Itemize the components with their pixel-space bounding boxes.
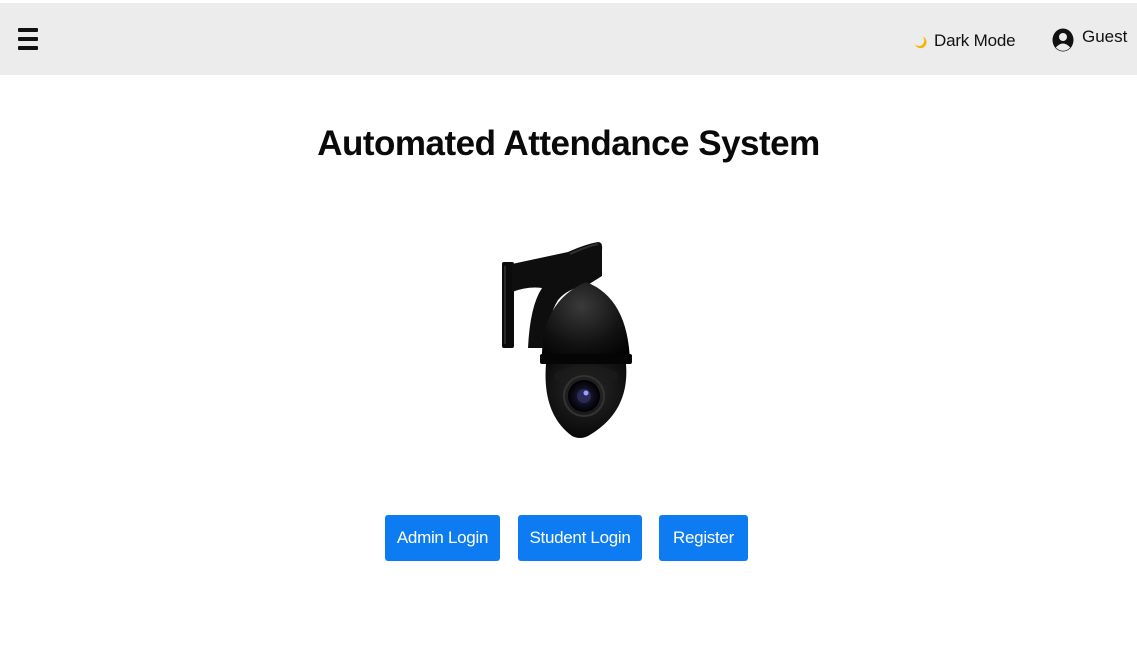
hamburger-line bbox=[18, 28, 38, 32]
dark-mode-toggle[interactable]: Dark Mode bbox=[912, 30, 1016, 52]
user-menu[interactable]: Guest bbox=[1052, 27, 1127, 53]
security-camera-image bbox=[502, 242, 632, 438]
moon-icon bbox=[915, 36, 927, 49]
register-button[interactable]: Register bbox=[659, 515, 748, 561]
dark-mode-label: Dark Mode bbox=[934, 31, 1016, 50]
top-navbar: Dark Mode Guest bbox=[0, 3, 1137, 75]
login-actions: Admin Login Student Login Register bbox=[0, 515, 1137, 561]
page-title: Automated Attendance System bbox=[317, 124, 820, 163]
hamburger-line bbox=[18, 37, 38, 41]
student-login-button[interactable]: Student Login bbox=[518, 515, 642, 561]
hamburger-line bbox=[18, 46, 38, 50]
admin-login-button[interactable]: Admin Login bbox=[385, 515, 500, 561]
user-circle-icon bbox=[1052, 28, 1074, 52]
user-label: Guest bbox=[1082, 27, 1128, 46]
hamburger-menu-icon[interactable] bbox=[18, 28, 38, 52]
